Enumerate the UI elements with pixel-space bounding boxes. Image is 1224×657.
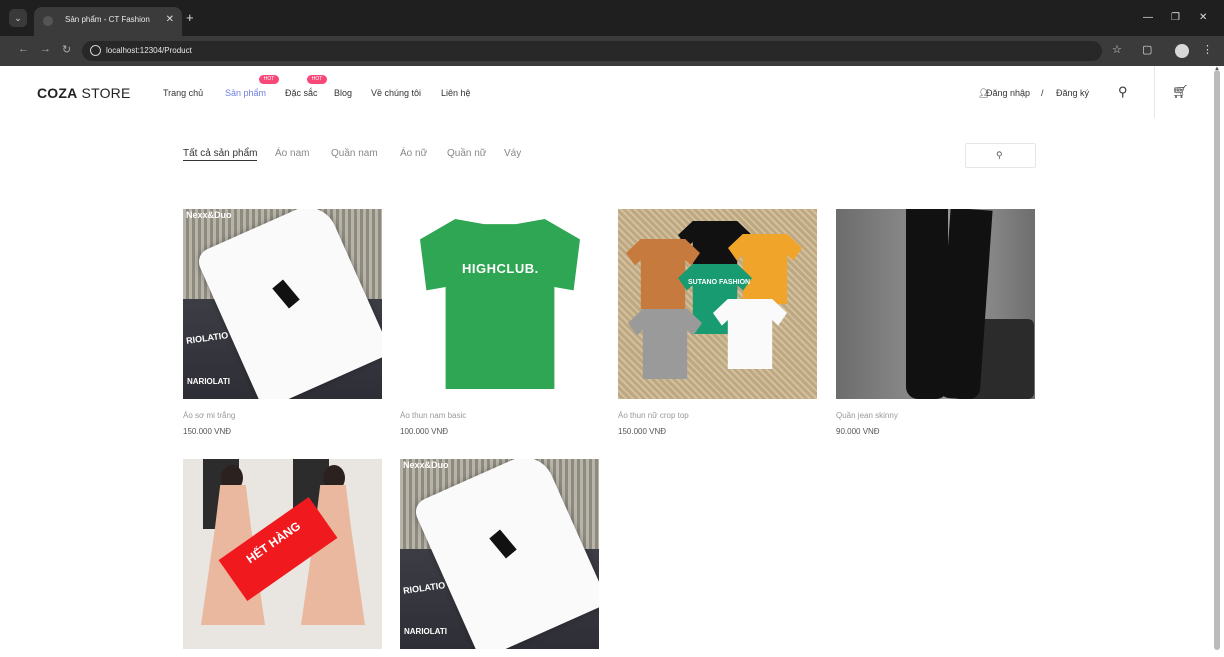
nav-blog[interactable]: Blog [334,88,352,98]
window-close-icon[interactable]: ✕ [1199,12,1207,23]
product-search-button[interactable]: ⚲ [965,143,1036,168]
filter-vay[interactable]: Váy [504,148,521,159]
minimize-icon[interactable]: — [1143,12,1153,23]
hot-badge: HOT [259,75,279,84]
browser-toolbar: ← → ↻ localhost:12304/Product ☆ ▢ ⋮ [0,36,1224,66]
back-icon[interactable]: ← [18,43,29,55]
product-card[interactable]: Quần jean skinny 90.000 VNĐ [836,209,1035,436]
close-tab-icon[interactable]: ✕ [166,14,174,25]
product-price: 150.000 VNĐ [618,427,667,436]
product-card[interactable]: Nexx&Duo RIOLATIO NARIOLATI [400,459,599,649]
product-card[interactable]: HẾT HÀNG [183,459,382,649]
product-name[interactable]: Áo sơ mi trắng [183,411,382,420]
product-price: 150.000 VNĐ [183,427,232,436]
tab-search-icon[interactable]: ⌄ [9,9,27,27]
product-card[interactable]: HIGHCLUB. Áo thun nam basic 100.000 VNĐ [400,209,599,436]
product-card[interactable]: SUTANO FASHION Áo thun nữ crop top 150.0… [618,209,817,436]
nav-ve-chung-toi[interactable]: Về chúng tôi [371,88,421,98]
forward-icon[interactable]: → [40,43,51,55]
label-text: NARIOLATI [404,627,447,636]
nav-san-pham[interactable]: Sản phẩm [225,88,266,98]
site-info-icon[interactable] [90,45,101,56]
product-image[interactable]: Nexx&Duo RIOLATIO NARIOLATI [183,209,382,399]
cart-icon[interactable]: 🛒︎ [1172,84,1189,100]
restore-icon[interactable]: ❐ [1171,12,1180,23]
filter-ao-nu[interactable]: Áo nữ [400,148,427,159]
label-text: RIOLATIO [185,330,229,346]
product-image[interactable]: SUTANO FASHION [618,209,817,399]
filter-ao-nam[interactable]: Áo nam [275,148,309,159]
browser-menu-icon[interactable]: ⋮ [1202,43,1213,56]
product-name[interactable]: Áo thun nam basic [400,411,599,420]
filter-quan-nu[interactable]: Quần nữ [447,148,487,159]
brand-text: SUTANO FASHION [688,279,751,286]
product-name[interactable]: Áo thun nữ crop top [618,411,817,420]
extensions-icon[interactable]: ▢ [1142,43,1152,56]
url-text: localhost:12304/Product [106,46,192,55]
product-image[interactable] [836,209,1035,399]
bookmark-star-icon[interactable]: ☆ [1112,43,1122,56]
filter-quan-nam[interactable]: Quần nam [331,148,378,159]
print-text: HIGHCLUB. [462,261,539,276]
page-content: COZA STORE Trang chủ Sản phẩm HOT Đặc sắ… [0,66,1212,657]
nav-lien-he[interactable]: Liên hệ [441,88,471,98]
reload-icon[interactable]: ↻ [62,43,71,56]
filter-all[interactable]: Tất cả sản phẩm [183,148,258,161]
product-image[interactable]: HIGHCLUB. [400,209,599,399]
profile-avatar[interactable] [1175,44,1189,58]
page-scrollbar[interactable] [1214,70,1220,650]
brand-text: Nexx&Duo [403,460,449,470]
product-image[interactable]: HẾT HÀNG [183,459,382,649]
product-price: 90.000 VNĐ [836,427,880,436]
browser-tab[interactable]: Sản phẩm - CT Fashion ✕ [34,7,182,36]
nav-dac-sac[interactable]: Đặc sắc [285,88,318,98]
hot-badge: HOT [307,75,327,84]
register-link[interactable]: Đăng ký [1056,88,1089,98]
search-icon: ⚲ [996,150,1003,160]
product-name[interactable]: Quần jean skinny [836,411,1035,420]
label-text: RIOLATIO [402,580,446,596]
new-tab-icon[interactable]: + [186,10,194,25]
browser-tabbar: ⌄ Sản phẩm - CT Fashion ✕ + — ❐ ✕ [0,0,1224,36]
tab-title: Sản phẩm - CT Fashion [65,15,150,24]
auth-separator: / [1041,88,1044,98]
product-card[interactable]: Nexx&Duo RIOLATIO NARIOLATI Áo sơ mi trắ… [183,209,382,436]
tshirt-shape [420,219,580,389]
nav-trang-chu[interactable]: Trang chủ [163,88,203,98]
favicon-icon [43,16,53,26]
brand-text: Nexx&Duo [186,210,232,220]
search-icon[interactable]: ⚲ [1118,84,1128,100]
site-logo[interactable]: COZA STORE [37,85,131,101]
product-price: 100.000 VNĐ [400,427,449,436]
login-link[interactable]: Đăng nhập [986,88,1030,98]
header-divider [1154,66,1155,118]
product-image[interactable]: Nexx&Duo RIOLATIO NARIOLATI [400,459,599,649]
label-text: NARIOLATI [187,377,230,386]
address-bar[interactable]: localhost:12304/Product [82,41,1102,61]
